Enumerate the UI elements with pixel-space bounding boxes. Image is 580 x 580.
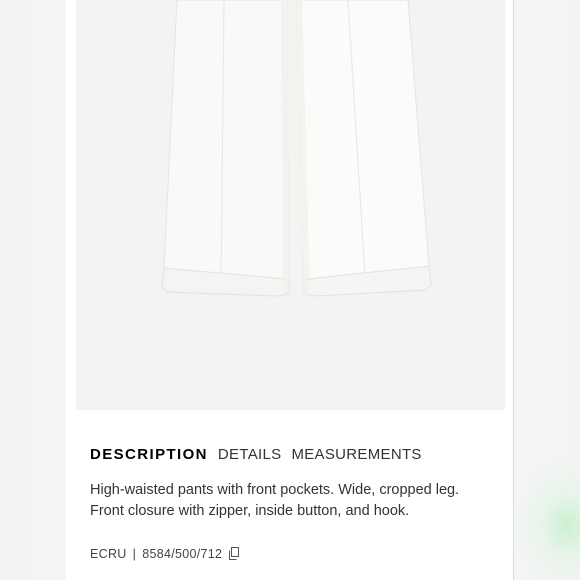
description-line-1: High-waisted pants with front pockets. W… <box>90 482 460 498</box>
tab-measurements[interactable]: MEASUREMENTS <box>291 446 421 463</box>
reference-separator: | <box>132 547 137 561</box>
pants-illustration <box>76 0 505 410</box>
product-card: DESCRIPTION DETAILS MEASUREMENTS High-wa… <box>66 0 514 580</box>
product-image[interactable] <box>76 0 505 410</box>
background-blur <box>514 460 580 580</box>
reference-number: 8584/500/712 <box>142 547 223 561</box>
copy-icon[interactable] <box>228 547 240 561</box>
tab-details[interactable]: DETAILS <box>218 446 282 463</box>
info-tabs: DESCRIPTION DETAILS MEASUREMENTS <box>90 446 432 463</box>
product-description: High-waisted pants with front pockets. W… <box>90 480 500 522</box>
page: DESCRIPTION DETAILS MEASUREMENTS High-wa… <box>0 0 580 580</box>
product-reference: ECRU | 8584/500/712 <box>90 547 240 561</box>
copy-icon-glyph <box>229 547 240 560</box>
description-line-2: Front closure with zipper, inside button… <box>90 503 410 519</box>
color-name: ECRU <box>90 547 127 561</box>
tab-description[interactable]: DESCRIPTION <box>90 446 208 463</box>
